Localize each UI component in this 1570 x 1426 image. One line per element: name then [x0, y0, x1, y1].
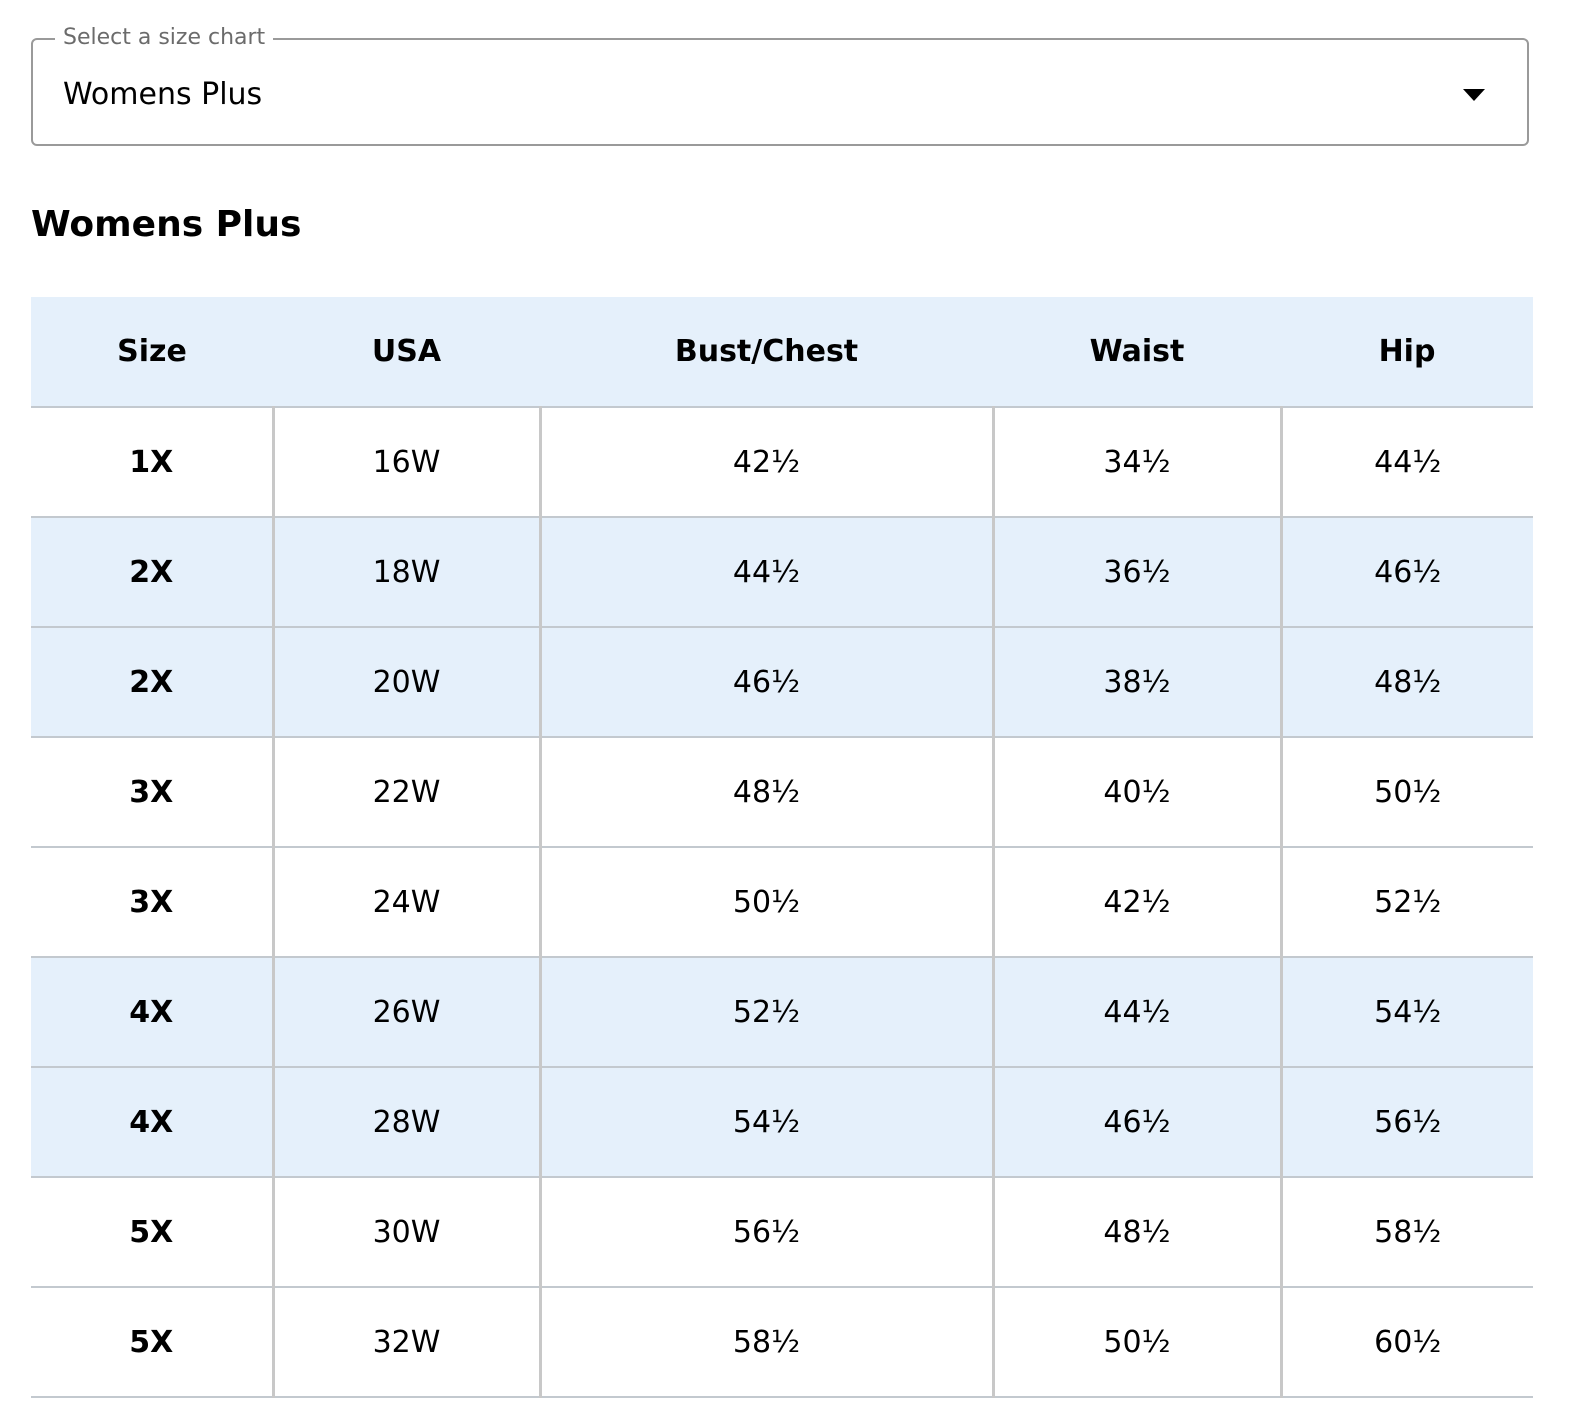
table-row: 2X 18W 44½ 36½ 46½: [31, 517, 1533, 628]
table-row: 4X 26W 52½ 44½ 54½: [31, 957, 1533, 1068]
column-header-size: Size: [31, 297, 273, 408]
usa-cell: 22W: [271, 737, 540, 848]
size-chart-select-label: Select a size chart: [55, 25, 274, 51]
column-header-waist: Waist: [993, 297, 1281, 408]
column-header-hip: Hip: [1281, 297, 1533, 408]
size-chart-title: Womens Plus: [31, 204, 302, 245]
waist-cell: 44½: [991, 957, 1281, 1068]
bust-chest-cell: 54½: [538, 1067, 993, 1178]
caret-down-icon: [1463, 89, 1485, 101]
table-header-row: Size USA Bust/Chest Waist Hip: [31, 297, 1533, 408]
waist-cell: 48½: [991, 1177, 1281, 1288]
bust-chest-cell: 56½: [538, 1177, 993, 1288]
waist-cell: 40½: [991, 737, 1281, 848]
table-row: 4X 28W 54½ 46½ 56½: [31, 1067, 1533, 1178]
bust-chest-cell: 44½: [538, 517, 993, 628]
size-chart-select-value: Womens Plus: [63, 77, 263, 112]
hip-cell: 44½: [1279, 407, 1533, 518]
table-row: 1X 16W 42½ 34½ 44½: [31, 407, 1533, 518]
size-cell: 3X: [31, 737, 273, 848]
size-cell: 3X: [31, 847, 273, 958]
size-cell: 5X: [31, 1177, 273, 1288]
hip-cell: 54½: [1279, 957, 1533, 1068]
bust-chest-cell: 52½: [538, 957, 993, 1068]
usa-cell: 26W: [271, 957, 540, 1068]
size-chart-select[interactable]: Select a size chart Womens Plus: [31, 25, 1529, 146]
hip-cell: 52½: [1279, 847, 1533, 958]
table-row: 5X 30W 56½ 48½ 58½: [31, 1177, 1533, 1288]
waist-cell: 38½: [991, 627, 1281, 738]
table-row: 3X 24W 50½ 42½ 52½: [31, 847, 1533, 958]
table-row: 5X 32W 58½ 50½ 60½: [31, 1287, 1533, 1398]
usa-cell: 18W: [271, 517, 540, 628]
waist-cell: 34½: [991, 407, 1281, 518]
column-header-usa: USA: [273, 297, 540, 408]
waist-cell: 42½: [991, 847, 1281, 958]
usa-cell: 32W: [271, 1287, 540, 1398]
usa-cell: 28W: [271, 1067, 540, 1178]
hip-cell: 56½: [1279, 1067, 1533, 1178]
hip-cell: 46½: [1279, 517, 1533, 628]
bust-chest-cell: 50½: [538, 847, 993, 958]
size-cell: 1X: [31, 407, 273, 518]
hip-cell: 48½: [1279, 627, 1533, 738]
bust-chest-cell: 42½: [538, 407, 993, 518]
hip-cell: 58½: [1279, 1177, 1533, 1288]
waist-cell: 36½: [991, 517, 1281, 628]
hip-cell: 50½: [1279, 737, 1533, 848]
usa-cell: 16W: [271, 407, 540, 518]
column-header-bust-chest: Bust/Chest: [540, 297, 993, 408]
bust-chest-cell: 48½: [538, 737, 993, 848]
size-cell: 4X: [31, 1067, 273, 1178]
size-cell: 4X: [31, 957, 273, 1068]
usa-cell: 20W: [271, 627, 540, 738]
table-row: 2X 20W 46½ 38½ 48½: [31, 627, 1533, 738]
table-body: 1X 16W 42½ 34½ 44½ 2X 18W 44½ 36½ 46½ 2X 20W 46½ 38½ 4…: [31, 407, 1533, 1398]
usa-cell: 24W: [271, 847, 540, 958]
table-row: 3X 22W 48½ 40½ 50½: [31, 737, 1533, 848]
size-cell: 2X: [31, 517, 273, 628]
waist-cell: 46½: [991, 1067, 1281, 1178]
size-cell: 2X: [31, 627, 273, 738]
size-chart-table: Size USA Bust/Chest Waist Hip 1X 16W 42½ 34…: [31, 297, 1533, 1398]
bust-chest-cell: 58½: [538, 1287, 993, 1398]
hip-cell: 60½: [1279, 1287, 1533, 1398]
bust-chest-cell: 46½: [538, 627, 993, 738]
usa-cell: 30W: [271, 1177, 540, 1288]
size-cell: 5X: [31, 1287, 273, 1398]
waist-cell: 50½: [991, 1287, 1281, 1398]
